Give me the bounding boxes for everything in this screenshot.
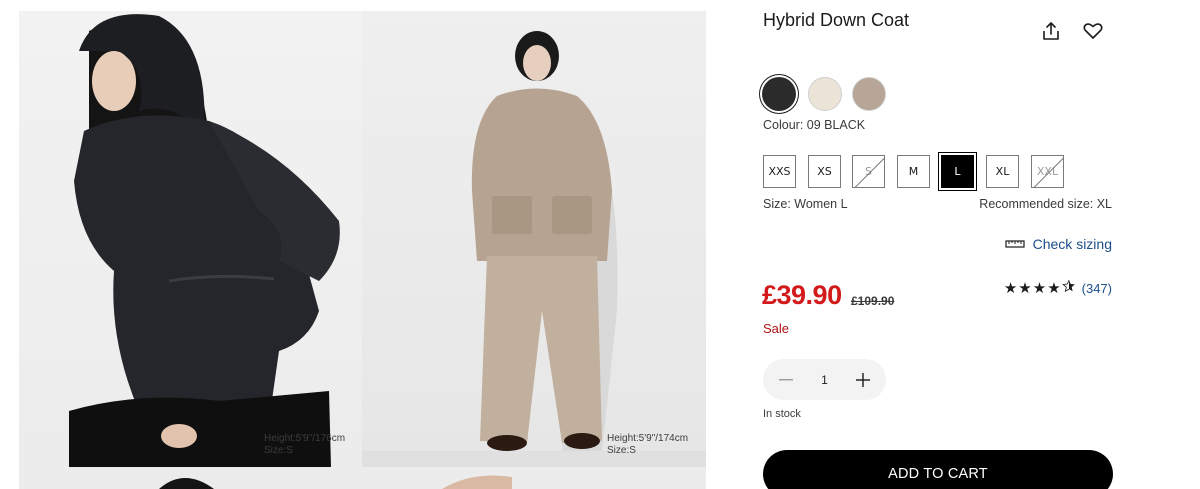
quantity-value[interactable]: 1 xyxy=(821,373,828,387)
plus-icon xyxy=(856,372,870,387)
rating-stars: ★ ★ ★ ★ xyxy=(1004,279,1076,297)
size-option[interactable]: M xyxy=(897,155,930,188)
product-photo-3[interactable] xyxy=(19,467,362,489)
model-height: Height:5'9"/174cm xyxy=(607,433,689,444)
model-black-coat-illustration xyxy=(69,14,340,467)
product-page: Height:5'9"/176cm Size:S Height:5'9"/174… xyxy=(0,0,1200,489)
colour-swatch-beige[interactable] xyxy=(852,77,886,111)
model-size: Size:S xyxy=(264,445,293,456)
size-option[interactable]: S xyxy=(852,155,885,188)
size-option[interactable]: XXS xyxy=(763,155,796,188)
share-button[interactable] xyxy=(1039,19,1063,43)
product-rating[interactable]: ★ ★ ★ ★ (347) xyxy=(1004,279,1112,297)
minus-icon xyxy=(779,378,793,380)
original-price: £109.90 xyxy=(851,294,895,308)
increase-quantity-button[interactable] xyxy=(854,371,872,389)
size-option[interactable]: L xyxy=(941,155,974,188)
model-hair-partial xyxy=(159,478,214,489)
model-beige-coat-illustration xyxy=(362,31,706,467)
sale-price: £39.90 xyxy=(762,280,842,310)
share-icon xyxy=(1043,22,1059,40)
product-photo-4[interactable] xyxy=(362,467,706,489)
product-photo-black-coat[interactable]: Height:5'9"/176cm Size:S xyxy=(19,11,362,467)
star-icon: ★ xyxy=(1032,280,1047,297)
sale-badge: Sale xyxy=(763,321,790,336)
model-caption: Height:5'9"/176cm Size:S xyxy=(264,433,345,457)
check-sizing-label: Check sizing xyxy=(1032,236,1112,252)
size-option[interactable]: XL xyxy=(986,155,1019,188)
half-star-icon xyxy=(1061,280,1075,293)
recommended-size: Recommended size: XL xyxy=(979,197,1112,211)
model-caption: Height:5'9"/174cm Size:S xyxy=(607,433,688,457)
review-count[interactable]: (347) xyxy=(1082,281,1112,296)
add-to-cart-button[interactable]: ADD TO CART xyxy=(763,450,1113,489)
decrease-quantity-button[interactable] xyxy=(777,371,795,389)
product-photo-beige-coat[interactable]: Height:5'9"/174cm Size:S xyxy=(362,11,706,467)
size-option[interactable]: XS xyxy=(808,155,841,188)
quantity-stepper: 1 xyxy=(763,359,886,400)
star-icon: ★ xyxy=(1003,280,1018,297)
colour-label: Colour: 09 BLACK xyxy=(763,118,866,132)
colour-swatch-black[interactable] xyxy=(762,77,796,111)
stock-status: In stock xyxy=(763,408,801,420)
model-face-partial xyxy=(442,475,512,489)
check-sizing-link[interactable]: Check sizing xyxy=(1005,236,1112,252)
selected-size-label: Size: Women L xyxy=(763,197,848,211)
heart-icon xyxy=(1083,23,1103,39)
model-size: Size:S xyxy=(607,445,636,456)
star-icon: ★ xyxy=(1018,280,1032,297)
size-option[interactable]: XXL xyxy=(1031,155,1064,188)
product-title: Hybrid Down Coat xyxy=(763,10,910,30)
ruler-icon xyxy=(1005,240,1025,248)
colour-swatch-natural[interactable] xyxy=(808,77,842,111)
favorite-button[interactable] xyxy=(1081,19,1105,43)
model-height: Height:5'9"/176cm xyxy=(264,433,346,444)
star-icon: ★ xyxy=(1047,280,1061,297)
